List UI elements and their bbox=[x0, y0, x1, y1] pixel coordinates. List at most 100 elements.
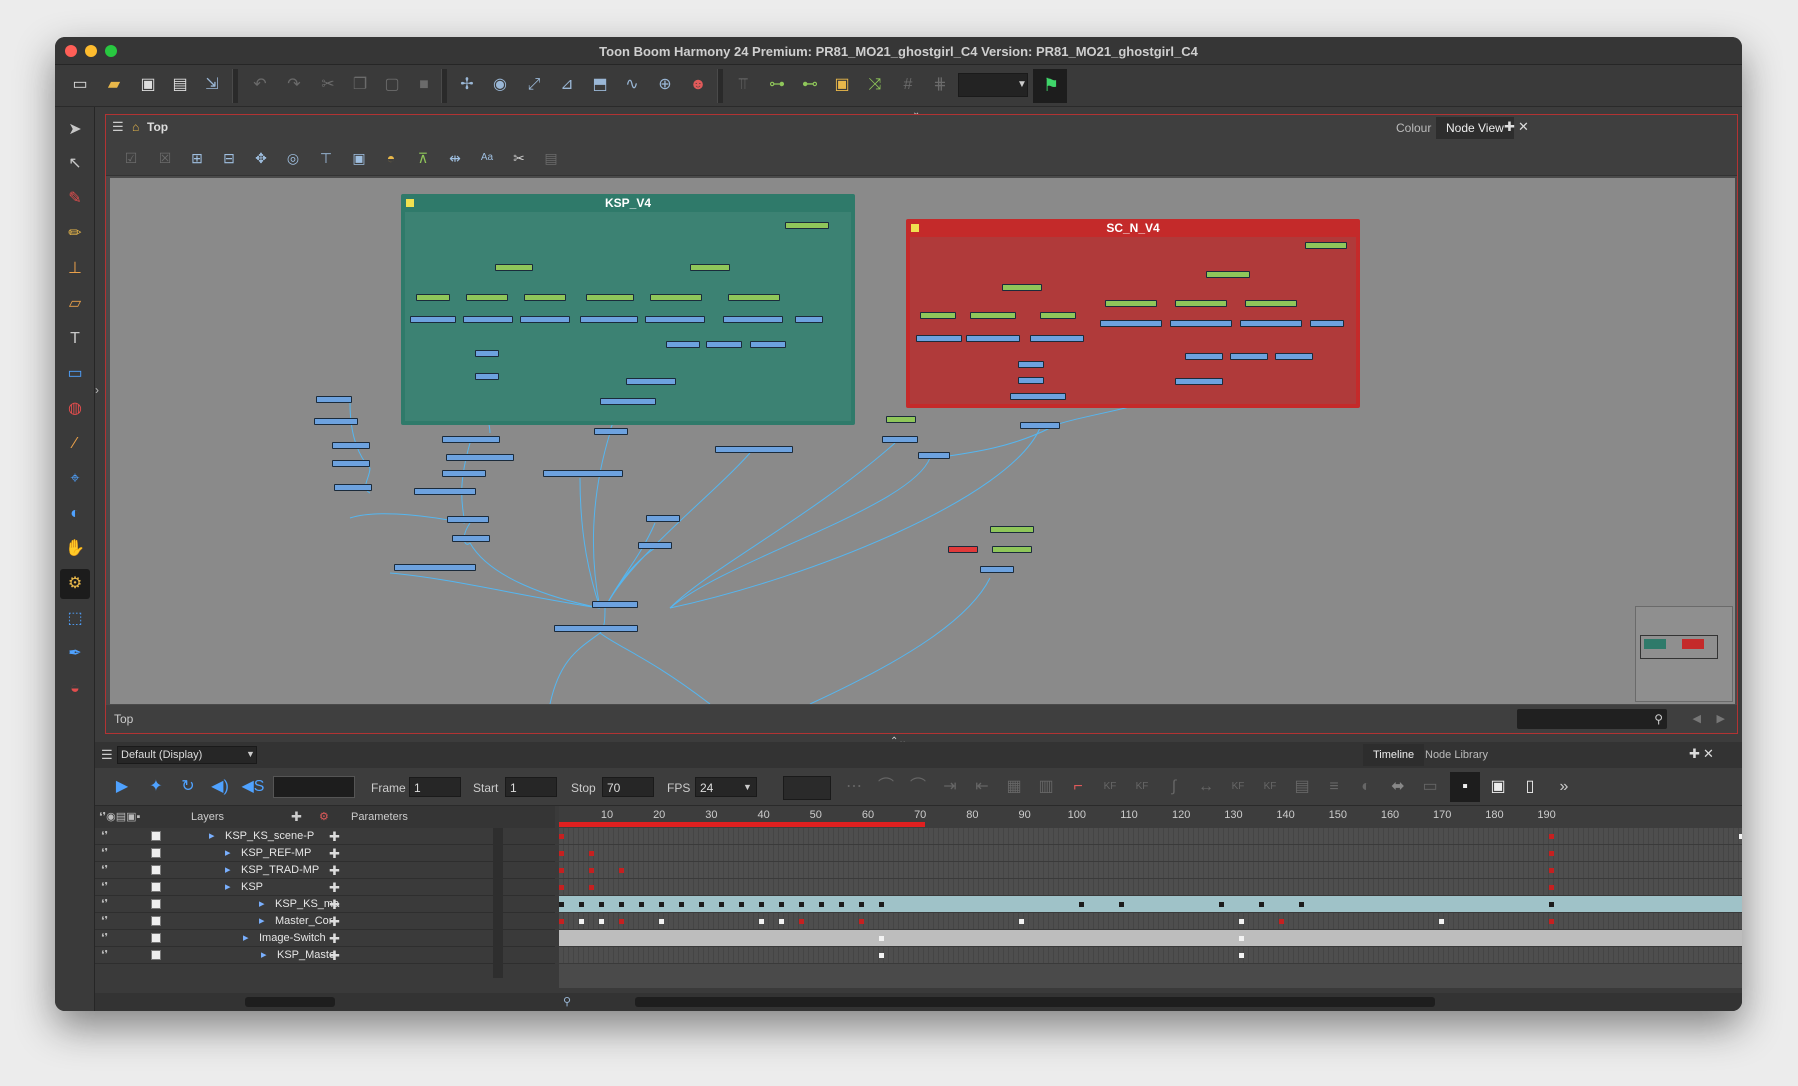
node[interactable] bbox=[475, 373, 499, 380]
frame-ruler[interactable]: 10 20 30 40 50 60 70 80 90 100 110 120 130 140 150 160 1… bbox=[559, 806, 1742, 828]
layer-color-swatch[interactable] bbox=[151, 882, 161, 892]
keyframe-marker[interactable] bbox=[1299, 902, 1304, 907]
mask-icon[interactable]: ◎ bbox=[280, 146, 306, 170]
node[interactable] bbox=[586, 294, 634, 301]
node[interactable] bbox=[650, 294, 702, 301]
stamp-tool-icon[interactable]: ⊥ bbox=[60, 254, 90, 284]
layer-color-swatch[interactable] bbox=[151, 950, 161, 960]
dropper-tool-icon[interactable]: ⁄ bbox=[60, 429, 90, 459]
keyframe-marker[interactable] bbox=[589, 851, 594, 856]
brush-tool-icon[interactable]: ✎ bbox=[60, 184, 90, 214]
character-icon[interactable]: ☻ bbox=[683, 70, 713, 100]
node[interactable] bbox=[728, 294, 780, 301]
keyframe-marker[interactable] bbox=[559, 902, 564, 907]
node[interactable] bbox=[750, 341, 786, 348]
close-icon[interactable]: ✕ bbox=[1518, 119, 1529, 135]
node[interactable] bbox=[723, 316, 783, 323]
add-sublayer-icon[interactable]: ✚ bbox=[329, 913, 340, 930]
layer-color-swatch[interactable] bbox=[151, 865, 161, 875]
node[interactable] bbox=[1170, 320, 1232, 327]
keyframe-marker[interactable] bbox=[1549, 902, 1554, 907]
node[interactable] bbox=[314, 418, 358, 425]
frame-row[interactable] bbox=[559, 913, 1742, 930]
contour-editor-icon[interactable]: ↖ bbox=[60, 149, 90, 179]
node[interactable] bbox=[918, 452, 950, 459]
node[interactable] bbox=[646, 515, 680, 522]
text-tool-icon[interactable]: T bbox=[60, 324, 90, 354]
keyframe-marker[interactable] bbox=[619, 868, 624, 873]
close-icon[interactable]: ✕ bbox=[1703, 746, 1714, 762]
visibility-icon[interactable]: ❛❜ bbox=[101, 930, 108, 947]
key-interpolation-dropdown[interactable] bbox=[783, 776, 831, 800]
node[interactable] bbox=[524, 294, 566, 301]
pivot-tool-icon[interactable]: ⌖ bbox=[60, 464, 90, 494]
node[interactable] bbox=[594, 428, 628, 435]
node[interactable] bbox=[332, 460, 370, 467]
layer-row[interactable]: ❛❜ ▸ Image-Switch ✚ bbox=[95, 930, 555, 947]
keyframe-marker[interactable] bbox=[879, 953, 884, 958]
node[interactable] bbox=[886, 416, 916, 423]
node[interactable] bbox=[1030, 335, 1084, 342]
node[interactable] bbox=[980, 566, 1014, 573]
keyframe-marker[interactable] bbox=[1259, 902, 1264, 907]
transform-tool-icon[interactable]: ⬚ bbox=[60, 604, 90, 634]
copy-icon[interactable]: ❐ bbox=[345, 70, 375, 100]
frame-row[interactable] bbox=[559, 845, 1742, 862]
node[interactable] bbox=[966, 335, 1020, 342]
keyframe-marker[interactable] bbox=[1549, 885, 1554, 890]
node[interactable] bbox=[332, 442, 370, 449]
keyframe-marker[interactable] bbox=[1239, 919, 1244, 924]
next-key-icon[interactable]: KF bbox=[1129, 775, 1155, 799]
frame-field[interactable]: 1 bbox=[409, 777, 461, 797]
layer-stack-icon[interactable]: ≡ bbox=[1321, 775, 1347, 799]
save-icon[interactable]: ▣ bbox=[133, 70, 163, 100]
eraser-tool-icon[interactable]: ▱ bbox=[60, 289, 90, 319]
paste-nodes-icon[interactable]: ▤ bbox=[538, 146, 564, 170]
visibility-icon[interactable]: ❛❜ bbox=[101, 862, 108, 879]
keyframe-marker[interactable] bbox=[559, 851, 564, 856]
add-sublayer-icon[interactable]: ✚ bbox=[329, 845, 340, 862]
node[interactable] bbox=[1175, 378, 1223, 385]
keyframe-marker[interactable] bbox=[559, 834, 564, 839]
add-layer-icon[interactable]: ✚ bbox=[291, 806, 302, 828]
node-canvas[interactable]: KSP_V4 SC_N_V4 bbox=[110, 178, 1735, 704]
rigging-tool-icon[interactable]: ⚙ bbox=[60, 569, 90, 599]
cut-icon[interactable]: ✂ bbox=[313, 70, 343, 100]
node[interactable] bbox=[495, 264, 533, 271]
keyframe-marker[interactable] bbox=[1549, 919, 1554, 924]
node-search-input[interactable] bbox=[1517, 709, 1667, 729]
play-icon[interactable]: ▶ bbox=[109, 775, 135, 799]
deformer-icon[interactable]: ⤨ bbox=[860, 70, 890, 100]
undo-icon[interactable]: ↶ bbox=[245, 70, 275, 100]
node[interactable] bbox=[416, 294, 450, 301]
layer-row[interactable]: ❛❜ ▸ KSP_REF-MP ✚ bbox=[95, 845, 555, 862]
node[interactable] bbox=[1040, 312, 1076, 319]
rectangle-tool-icon[interactable]: ▭ bbox=[60, 359, 90, 389]
rotate-view-icon[interactable]: ◐ bbox=[60, 499, 90, 529]
ungroup-icon[interactable]: ⊟ bbox=[216, 146, 242, 170]
node[interactable] bbox=[414, 488, 476, 495]
add-sublayer-icon[interactable]: ✚ bbox=[329, 828, 340, 845]
keyframe-marker[interactable] bbox=[839, 902, 844, 907]
keyframe-marker[interactable] bbox=[1439, 919, 1444, 924]
layer-row[interactable]: ❛❜ ▸ KSP_Maste ✚ bbox=[95, 947, 555, 964]
node[interactable] bbox=[1018, 361, 1044, 368]
hand-tool-icon[interactable]: ✋ bbox=[60, 534, 90, 564]
display-select[interactable]: Default (Display) bbox=[117, 746, 257, 764]
keyframe-marker[interactable] bbox=[1119, 902, 1124, 907]
frame-icon[interactable]: ▣ bbox=[346, 146, 372, 170]
visibility-icon[interactable]: ❛❜ bbox=[101, 879, 108, 896]
node[interactable] bbox=[466, 294, 508, 301]
home-icon[interactable]: ⌂ bbox=[132, 120, 139, 134]
motion-keyframe-icon[interactable]: ⇥ bbox=[937, 775, 963, 799]
node[interactable] bbox=[882, 436, 918, 443]
rotate-icon[interactable]: ◉ bbox=[485, 70, 515, 100]
inverse-kinematics-icon[interactable]: ✒ bbox=[60, 639, 90, 669]
node[interactable] bbox=[645, 316, 705, 323]
enable-node-icon[interactable]: ☑ bbox=[118, 146, 144, 170]
keyframe-marker[interactable] bbox=[739, 902, 744, 907]
save-as-icon[interactable]: ▤ bbox=[165, 70, 195, 100]
first-key-icon[interactable]: KF bbox=[1225, 775, 1251, 799]
keyframe-marker[interactable] bbox=[639, 902, 644, 907]
keyframe-marker[interactable] bbox=[779, 919, 784, 924]
